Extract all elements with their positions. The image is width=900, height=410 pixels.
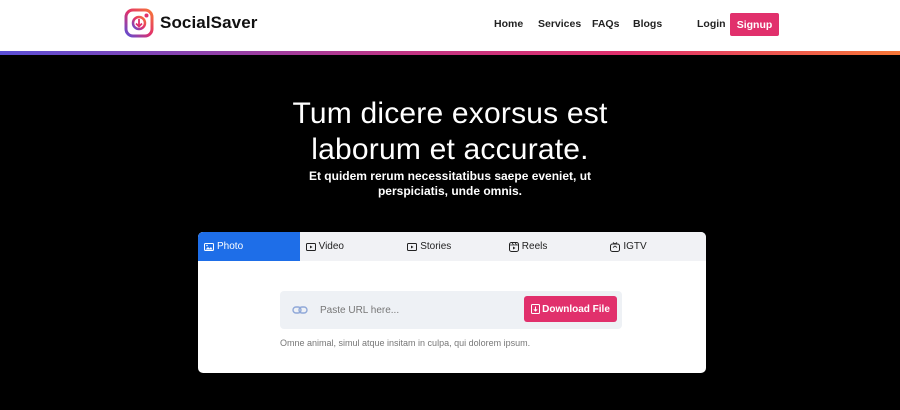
hero-title-line2: laborum et accurate.	[311, 133, 589, 166]
login-link[interactable]: Login	[697, 18, 726, 30]
header-gradient-divider	[0, 51, 900, 55]
tab-label: Stories	[420, 241, 452, 252]
tab-igtv[interactable]: IGTV	[604, 232, 706, 261]
brand-logo[interactable]: SocialSaver	[124, 8, 258, 38]
link-icon	[292, 306, 308, 314]
tab-label: Video	[318, 241, 344, 252]
hero-subtitle: Et quidem rerum necessitatibus saepe eve…	[308, 169, 592, 198]
hero-title-line1: Tum dicere exorsus est	[292, 97, 608, 130]
url-input[interactable]	[320, 300, 510, 320]
brand-name: SocialSaver	[160, 13, 258, 32]
tab-video[interactable]: Video	[300, 232, 402, 261]
download-button-label: Download File	[542, 303, 610, 315]
instagram-download-icon	[124, 8, 154, 38]
tab-photo[interactable]: Photo	[198, 232, 300, 261]
tab-reels[interactable]: Reels	[503, 232, 605, 261]
site-header: SocialSaver Home Services FAQs Blogs Log…	[0, 0, 900, 51]
downloader-caption: Omne animal, simul atque insitam in culp…	[280, 338, 531, 348]
igtv-icon	[610, 241, 621, 252]
play-icon	[305, 242, 316, 251]
tab-label: Photo	[217, 241, 244, 252]
tab-label: Reels	[521, 241, 548, 252]
download-file-button[interactable]: Download File	[524, 296, 617, 322]
downloader-card: Photo Video Stories Reels IGTV Paste URL…	[198, 232, 706, 373]
download-icon	[531, 304, 541, 314]
reels-icon	[508, 241, 519, 252]
tab-label: IGTV	[623, 241, 647, 252]
nav-services[interactable]: Services	[538, 18, 581, 30]
media-type-tabs: Photo Video Stories Reels IGTV	[198, 232, 706, 261]
signup-button[interactable]: Signup	[730, 13, 779, 36]
hero-title: Tum dicere exorsus est laborum et accura…	[0, 96, 900, 168]
url-form: Download File	[280, 291, 622, 329]
nav-faqs[interactable]: FAQs	[592, 18, 619, 30]
image-icon	[204, 242, 214, 251]
nav-home[interactable]: Home	[494, 18, 523, 30]
play-icon	[407, 242, 418, 251]
nav-blogs[interactable]: Blogs	[633, 18, 662, 30]
tab-stories[interactable]: Stories	[401, 232, 503, 261]
